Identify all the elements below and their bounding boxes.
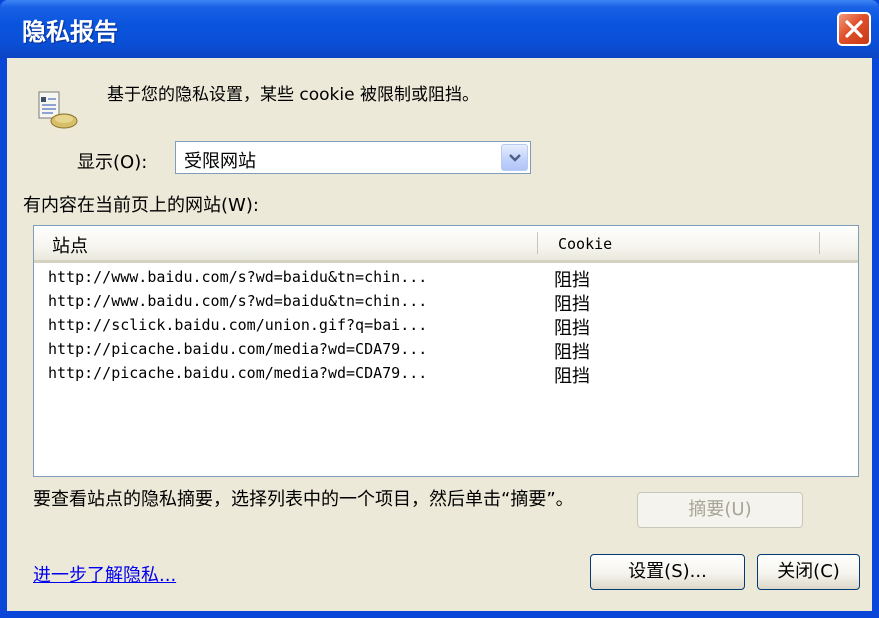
site-url: http://www.baidu.com/s?wd=baidu&tn=chin.… xyxy=(48,292,428,310)
settings-button[interactable]: 设置(S)... xyxy=(590,554,745,590)
privacy-report-icon xyxy=(35,88,79,132)
dialog-body: 基于您的隐私设置，某些 cookie 被限制或阻挡。 显示(O): 受限网站 有… xyxy=(7,58,872,611)
display-filter-select[interactable]: 受限网站 xyxy=(175,141,531,174)
site-list-label: 有内容在当前页上的网站(W): xyxy=(23,195,259,216)
close-icon xyxy=(845,20,863,38)
summary-button[interactable]: 摘要(U) xyxy=(637,492,803,528)
title-bar[interactable]: 隐私报告 xyxy=(0,0,879,58)
site-url: http://www.baidu.com/s?wd=baidu&tn=chin.… xyxy=(48,268,428,286)
site-list[interactable]: 站点 Cookie http://www.baidu.com/s?wd=baid… xyxy=(33,225,859,477)
list-item[interactable]: http://picache.baidu.com/media?wd=CDA79.… xyxy=(34,338,858,363)
list-rows: http://www.baidu.com/s?wd=baidu&tn=chin.… xyxy=(34,266,858,387)
site-url: http://sclick.baidu.com/union.gif?q=bai.… xyxy=(48,316,428,334)
cookie-status: 阻挡 xyxy=(554,366,590,387)
column-header-cookie[interactable]: Cookie xyxy=(558,235,612,253)
close-button[interactable]: 关闭(C) xyxy=(757,554,860,590)
cookie-status: 阻挡 xyxy=(554,270,590,291)
intro-text: 基于您的隐私设置，某些 cookie 被限制或阻挡。 xyxy=(107,85,479,105)
list-item[interactable]: http://picache.baidu.com/media?wd=CDA79.… xyxy=(34,362,858,387)
column-header-site[interactable]: 站点 xyxy=(52,232,88,258)
privacy-report-dialog: 隐私报告 基于您的隐私设置，某些 cookie 被限制或阻挡。 显示(O): 受… xyxy=(0,0,879,618)
list-item[interactable]: http://sclick.baidu.com/union.gif?q=bai.… xyxy=(34,314,858,339)
chevron-down-icon xyxy=(509,154,521,162)
dropdown-button[interactable] xyxy=(501,144,528,171)
list-item[interactable]: http://www.baidu.com/s?wd=baidu&tn=chin.… xyxy=(34,290,858,315)
column-divider[interactable] xyxy=(819,232,820,254)
display-label: 显示(O): xyxy=(77,152,148,173)
cookie-status: 阻挡 xyxy=(554,294,590,315)
site-url: http://picache.baidu.com/media?wd=CDA79.… xyxy=(48,340,428,358)
learn-more-link[interactable]: 进一步了解隐私... xyxy=(33,561,176,587)
display-filter-value: 受限网站 xyxy=(184,151,256,172)
window-title: 隐私报告 xyxy=(22,18,118,46)
cookie-status: 阻挡 xyxy=(554,318,590,339)
close-window-button[interactable] xyxy=(837,12,871,46)
column-divider[interactable] xyxy=(537,232,538,254)
list-header: 站点 Cookie xyxy=(34,226,858,263)
list-item[interactable]: http://www.baidu.com/s?wd=baidu&tn=chin.… xyxy=(34,266,858,291)
cookie-status: 阻挡 xyxy=(554,342,590,363)
summary-instructions: 要查看站点的隐私摘要，选择列表中的一个项目，然后单击“摘要”。 xyxy=(33,489,574,510)
site-url: http://picache.baidu.com/media?wd=CDA79.… xyxy=(48,364,428,382)
